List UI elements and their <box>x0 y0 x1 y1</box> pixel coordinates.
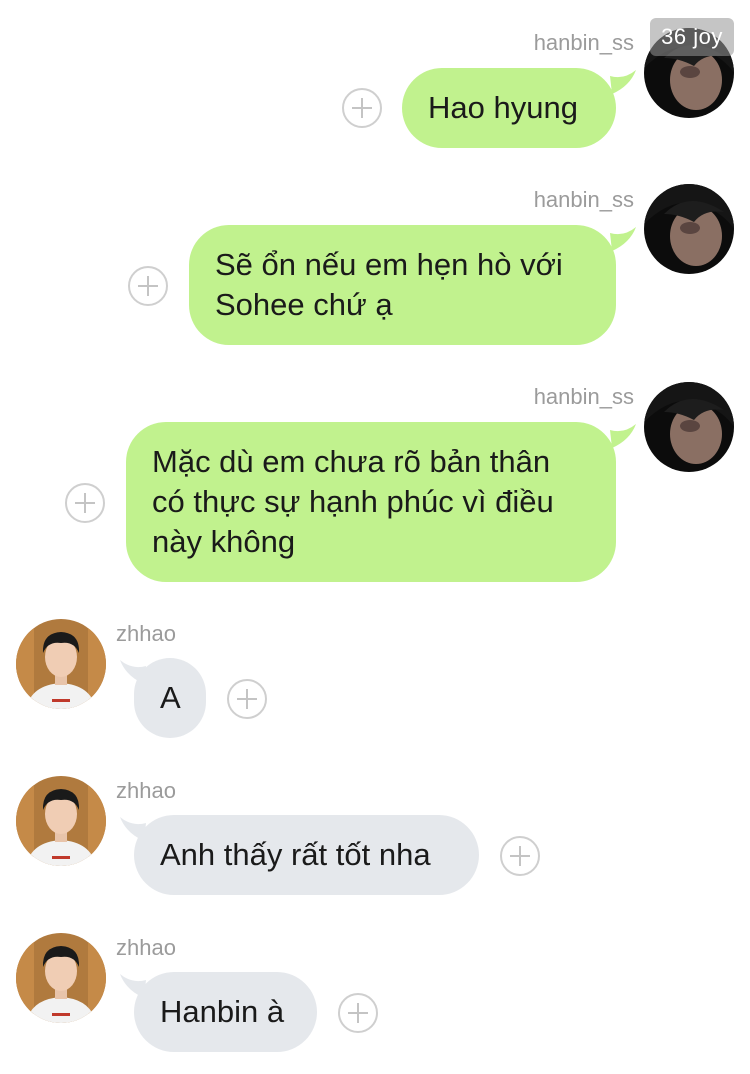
message-bubble[interactable]: Anh thấy rất tốt nha <box>134 815 479 895</box>
avatar-image <box>16 776 106 866</box>
plus-circle-icon[interactable] <box>65 483 105 523</box>
avatar-image <box>644 382 734 472</box>
watermark: 36 joy <box>650 18 734 56</box>
message-bubble[interactable]: Sẽ ổn nếu em hẹn hò với Sohee chứ ạ <box>189 225 616 345</box>
avatar-image <box>16 619 106 709</box>
message-text: Hanbin à <box>160 994 285 1029</box>
avatar-image <box>16 933 106 1023</box>
avatar-image <box>644 184 734 274</box>
avatar-hanbin[interactable] <box>644 184 734 274</box>
message-bubble[interactable]: Hao hyung <box>402 68 616 148</box>
avatar-zhhao[interactable] <box>16 933 106 1023</box>
plus-circle-icon[interactable] <box>227 679 267 719</box>
message-text: Anh thấy rất tốt nha <box>160 837 431 872</box>
message-bubble[interactable]: Mặc dù em chưa rõ bản thân có thực sự hạ… <box>126 422 616 582</box>
message-text: Mặc dù em chưa rõ bản thân có thực sự hạ… <box>152 444 554 559</box>
sender-name: zhhao <box>116 621 176 646</box>
avatar-zhhao[interactable] <box>16 776 106 866</box>
message-text: A <box>160 680 181 715</box>
plus-circle-icon[interactable] <box>338 993 378 1033</box>
plus-circle-icon[interactable] <box>500 836 540 876</box>
plus-circle-icon[interactable] <box>128 266 168 306</box>
message-bubble[interactable]: Hanbin à <box>134 972 317 1052</box>
sender-name: hanbin_ss <box>533 30 634 55</box>
message-text: Sẽ ổn nếu em hẹn hò với Sohee chứ ạ <box>215 247 563 322</box>
plus-circle-icon[interactable] <box>342 88 382 128</box>
bubble-tail <box>610 70 636 94</box>
avatar-zhhao[interactable] <box>16 619 106 709</box>
message-text: Hao hyung <box>428 90 578 125</box>
message-bubble[interactable]: A <box>134 658 206 738</box>
sender-name: hanbin_ss <box>533 187 634 212</box>
sender-name: zhhao <box>116 778 176 803</box>
avatar-hanbin[interactable] <box>644 382 734 472</box>
sender-name: zhhao <box>116 935 176 960</box>
bubble-tail <box>610 227 636 251</box>
bubble-tail <box>610 424 636 448</box>
sender-name: hanbin_ss <box>533 384 634 409</box>
